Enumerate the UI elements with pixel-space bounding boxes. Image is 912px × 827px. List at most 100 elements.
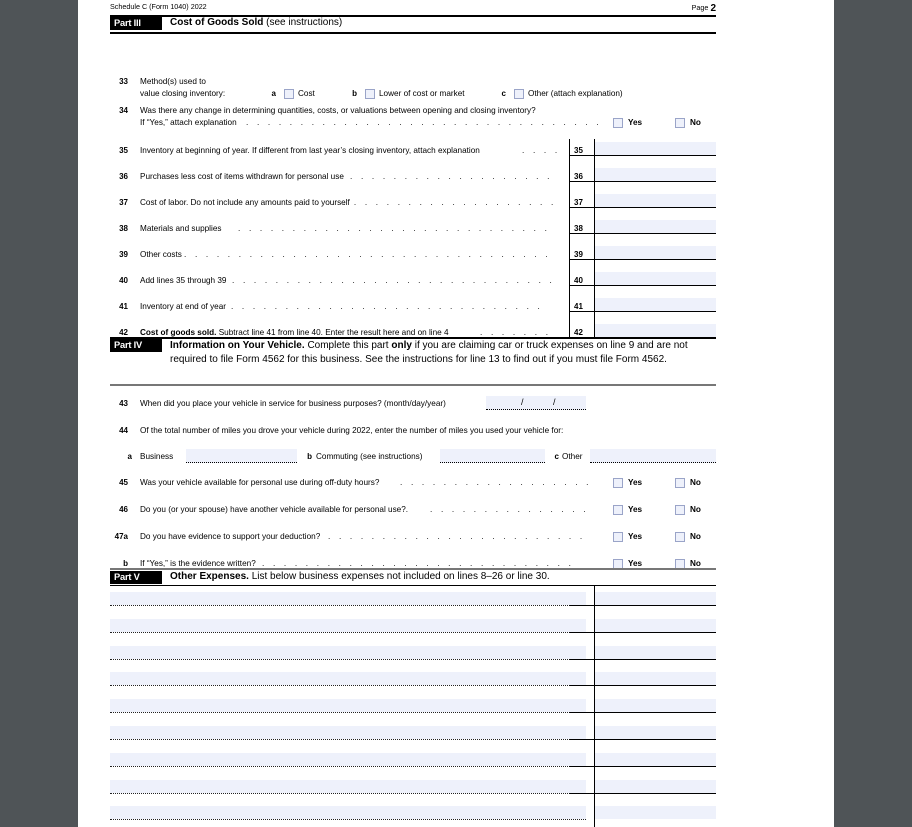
part5-amount-field[interactable]: [595, 618, 716, 632]
line-34-leader-dots: . . . . . . . . . . . . . . . . . . . . …: [246, 118, 602, 127]
line-35-text: Inventory at beginning of year. If diffe…: [140, 146, 480, 155]
header-page-number: 2: [710, 3, 716, 14]
part5-tag: Part V: [110, 571, 162, 584]
part3-title: Cost of Goods Sold (see instructions): [170, 17, 342, 29]
line-45-yes-label: Yes: [628, 478, 643, 487]
part5-description-field[interactable]: [110, 645, 586, 659]
part3-banner: Part III Cost of Goods Sold (see instruc…: [110, 17, 716, 32]
line-35-amount-field[interactable]: [595, 142, 716, 155]
line-40-text: Add lines 35 through 39: [140, 276, 227, 285]
line-47a-yes-checkbox[interactable]: [613, 532, 623, 542]
line-38-number: 38: [119, 224, 128, 233]
line-45-no-checkbox[interactable]: [675, 478, 685, 488]
part5-amount-underline: [569, 792, 716, 794]
line-37-box-number: 37: [574, 198, 583, 207]
line-43-slash-1: /: [521, 397, 524, 407]
part5-title-normal: List below business expenses not include…: [251, 571, 550, 582]
line-33-option-a-letter: a: [271, 89, 276, 98]
part4-rule-top: [110, 337, 716, 339]
part4-banner: Part IV Information on Your Vehicle. Com…: [110, 339, 716, 379]
line-39-text: Other costs: [140, 250, 182, 259]
part5-description-underline: [110, 765, 586, 767]
line-45-text: Was your vehicle available for personal …: [140, 478, 380, 487]
line-38-leader-dots: . . . . . . . . . . . . . . . . . . . . …: [238, 224, 551, 233]
line-35-amount-rule: [569, 155, 716, 156]
line-44a-business-miles-field[interactable]: [186, 449, 297, 463]
part4-title-rest-2: if you are claiming car or truck expense…: [414, 340, 654, 351]
part5-rule-bottom: [110, 585, 716, 586]
line-44b-label: Commuting (see instructions): [316, 452, 423, 461]
part5-amount-underline: [569, 658, 716, 660]
line-45-yes-checkbox[interactable]: [613, 478, 623, 488]
part5-description-field[interactable]: [110, 592, 586, 605]
part3-tag: Part III: [110, 17, 162, 30]
part5-description-field[interactable]: [110, 618, 586, 632]
line-46-yes-label: Yes: [628, 505, 643, 514]
line-33-option-a-checkbox[interactable]: [284, 89, 294, 99]
line-41-number: 41: [119, 302, 128, 311]
line-35-box-number: 35: [574, 146, 583, 155]
part5-description-field[interactable]: [110, 752, 586, 766]
line-46-yes-checkbox[interactable]: [613, 505, 623, 515]
line-37-amount-rule: [569, 207, 716, 208]
line-33-option-c-checkbox[interactable]: [514, 89, 524, 99]
line-33-option-b-checkbox[interactable]: [365, 89, 375, 99]
part5-description-field[interactable]: [110, 806, 586, 820]
line-34-no-checkbox[interactable]: [675, 118, 685, 128]
line-33-option-b-label: Lower of cost or market: [379, 89, 465, 98]
part5-amount-field[interactable]: [595, 779, 716, 793]
part5-amount-field[interactable]: [595, 806, 716, 820]
line-36-leader-dots: . . . . . . . . . . . . . . . . . . .: [350, 172, 553, 181]
pdf-viewer-background: Schedule C (Form 1040) 2022 Page 2 Part …: [0, 0, 912, 827]
line-33-text-1: Method(s) used to: [140, 77, 206, 86]
part5-amount-field[interactable]: [595, 592, 716, 605]
line-38-amount-field[interactable]: [595, 220, 716, 233]
part5-description-underline: [110, 685, 586, 687]
part3-title-bold: Cost of Goods Sold: [170, 17, 264, 28]
line-33-option-c-letter: c: [501, 89, 506, 98]
line-40-amount-field[interactable]: [595, 272, 716, 285]
line-44b-commuting-miles-field[interactable]: [440, 449, 545, 463]
line-39-amount-rule: [569, 259, 716, 260]
line-41-box-number: 41: [574, 302, 583, 311]
part5-description-field[interactable]: [110, 726, 586, 739]
line-47b-leader-dots: . . . . . . . . . . . . . . . . . . . . …: [262, 559, 575, 568]
line-39-amount-field[interactable]: [595, 246, 716, 259]
part5-description-field[interactable]: [110, 779, 586, 793]
header-page-label: Page: [691, 3, 709, 12]
line-44-text: Of the total number of miles you drove y…: [140, 426, 564, 435]
line-47a-no-checkbox[interactable]: [675, 532, 685, 542]
line-36-amount-field[interactable]: [595, 168, 716, 181]
line-47a-no-label: No: [690, 532, 701, 541]
part5-description-field[interactable]: [110, 672, 586, 686]
line-38-box-number: 38: [574, 224, 583, 233]
part5-amount-underline: [569, 765, 716, 767]
line-45-leader-dots: . . . . . . . . . . . . . . . . . .: [400, 478, 592, 487]
line-39-leader-dots: . . . . . . . . . . . . . . . . . . . . …: [184, 250, 551, 259]
part5-banner: Part V Other Expenses. List below busine…: [110, 571, 716, 585]
line-44c-letter: c: [554, 452, 559, 461]
line-34-yes-checkbox[interactable]: [613, 118, 623, 128]
line-44-number: 44: [119, 426, 128, 435]
line-33-number: 33: [119, 77, 128, 86]
line-37-amount-field[interactable]: [595, 194, 716, 207]
part5-amount-field[interactable]: [595, 645, 716, 659]
part4-title-only: only: [391, 340, 412, 351]
part5-amount-field[interactable]: [595, 672, 716, 686]
line-43-date-field[interactable]: [486, 396, 586, 410]
line-46-no-label: No: [690, 505, 701, 514]
part5-description-field[interactable]: [110, 699, 586, 713]
part5-title-bold: Other Expenses.: [170, 571, 249, 582]
line-41-amount-field[interactable]: [595, 298, 716, 311]
line-46-no-checkbox[interactable]: [675, 505, 685, 515]
line-42-amount-field[interactable]: [595, 324, 716, 337]
part5-amount-field[interactable]: [595, 752, 716, 766]
line-47a-leader-dots: . . . . . . . . . . . . . . . . . . . . …: [328, 532, 586, 541]
line-45-no-label: No: [690, 478, 701, 487]
part5-amount-field[interactable]: [595, 726, 716, 739]
line-44c-other-miles-field[interactable]: [590, 449, 716, 463]
line-47b-yes-label: Yes: [628, 559, 643, 568]
line-40-box-number: 40: [574, 276, 583, 285]
line-33-option-a-label: Cost: [298, 89, 315, 98]
part5-amount-field[interactable]: [595, 699, 716, 713]
